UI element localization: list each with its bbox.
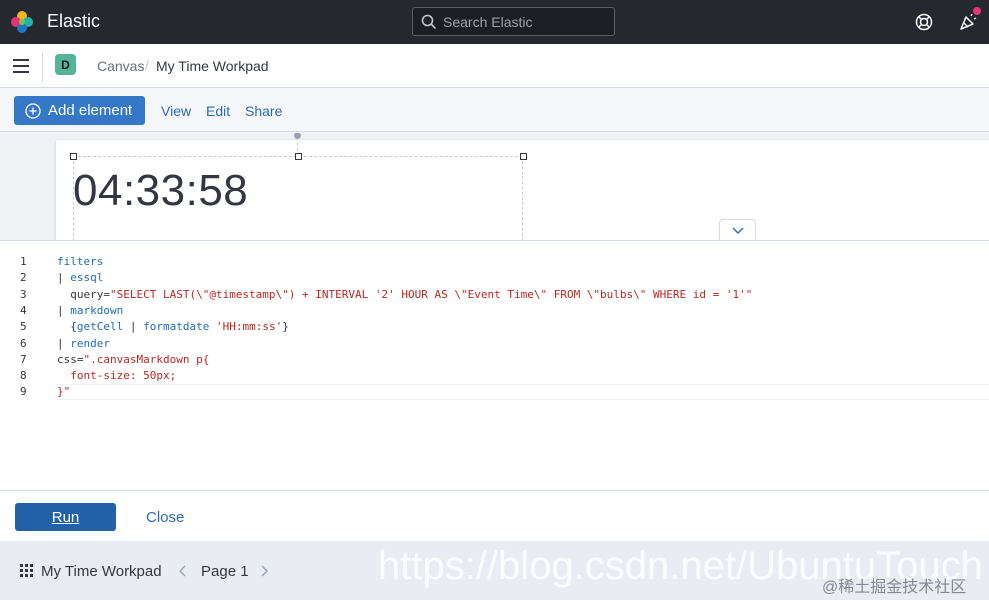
breadcrumb-canvas[interactable]: Canvas: [97, 58, 144, 74]
line-number: 9: [20, 385, 27, 399]
code-token: getCell: [76, 320, 124, 334]
code-text: | render: [57, 336, 110, 352]
breadcrumb-bar: D Canvas / My Time Workpad: [0, 44, 989, 88]
editor-actions: Run Close: [0, 490, 989, 541]
chevron-left-icon[interactable]: [178, 565, 186, 577]
workpad-footer: My Time Workpad Page 1 https://blog.csdn…: [0, 541, 989, 600]
code-token: "SELECT LAST(\"@timestamp\") + INTERVAL …: [109, 287, 753, 301]
code-token: query=: [57, 287, 110, 301]
resize-handle-top[interactable]: [295, 153, 302, 160]
chevron-down-icon: [732, 227, 743, 234]
chevron-right-icon[interactable]: [261, 565, 269, 577]
breadcrumb-separator: /: [145, 57, 149, 73]
code-token: 'HH:mm:ss': [215, 320, 283, 334]
code-token: formatdate: [143, 320, 210, 334]
resize-handle-top-right[interactable]: [520, 153, 527, 160]
code-line[interactable]: 5 {getCell | formatdate 'HH:mm:ss'}: [0, 319, 989, 335]
newsfeed-icon[interactable]: [958, 12, 978, 32]
code-text: | essql: [57, 270, 103, 286]
workpad-toolbar: Add element View Edit Share: [0, 88, 989, 132]
add-element-button[interactable]: Add element: [14, 96, 145, 125]
code-line[interactable]: 7 css=".canvasMarkdown p{: [0, 352, 989, 368]
code-token: |: [123, 320, 144, 334]
code-text: css=".canvasMarkdown p{: [57, 352, 209, 368]
code-token: filters: [57, 255, 104, 268]
code-line[interactable]: 2 | essql: [0, 270, 989, 286]
run-button[interactable]: Run: [15, 503, 116, 531]
code-text: filters: [57, 254, 103, 270]
add-element-label: Add element: [48, 102, 133, 119]
share-menu-button[interactable]: Share: [245, 103, 282, 119]
edit-menu-button[interactable]: Edit: [206, 103, 230, 119]
code-line[interactable]: 4 | markdown: [0, 303, 989, 319]
code-token: }: [282, 320, 289, 334]
code-token: render: [70, 336, 110, 350]
breadcrumb-current: My Time Workpad: [156, 58, 269, 74]
line-number: 5: [20, 320, 27, 334]
line-number: 6: [20, 336, 27, 350]
line-number: 3: [20, 287, 27, 301]
brand-title: Elastic: [47, 11, 101, 31]
code-token: essql: [70, 271, 104, 285]
code-token: css=: [57, 352, 84, 366]
top-header: Elastic Search Elastic: [0, 0, 989, 44]
code-token: |: [57, 336, 71, 350]
code-line[interactable]: 1 filters: [0, 254, 989, 270]
page-grid-icon[interactable]: [20, 564, 33, 577]
code-token: }": [57, 385, 71, 399]
hamburger-menu-icon[interactable]: [13, 59, 29, 73]
code-line[interactable]: 3 query="SELECT LAST(\"@timestamp\") + I…: [0, 287, 989, 303]
search-icon: [421, 14, 437, 29]
line-number: 8: [20, 369, 27, 383]
code-text: }": [57, 384, 70, 400]
workpad-name[interactable]: My Time Workpad: [41, 563, 162, 580]
rotation-handle[interactable]: [294, 133, 301, 139]
search-placeholder: Search Elastic: [443, 13, 533, 30]
resize-handle-top-left[interactable]: [70, 153, 77, 160]
help-icon[interactable]: [915, 13, 933, 31]
search-input[interactable]: Search Elastic: [412, 7, 615, 36]
collapse-editor-button[interactable]: [719, 219, 756, 240]
nav-divider: [42, 52, 43, 82]
code-token: markdown: [70, 303, 124, 317]
space-avatar[interactable]: D: [55, 54, 76, 75]
code-token: {: [57, 320, 77, 334]
code-line[interactable]: 6 | render: [0, 336, 989, 352]
code-token: font-size: 50px;: [57, 369, 177, 383]
view-menu-button[interactable]: View: [161, 103, 191, 119]
code-line[interactable]: 8 font-size: 50px;: [0, 368, 989, 384]
code-text: | markdown: [57, 303, 123, 319]
workpad-stage: 04:33:58: [0, 133, 989, 240]
notification-badge: [973, 7, 981, 15]
line-number: 1: [20, 255, 27, 268]
expression-editor[interactable]: 1 filters 2 | essql 3 query="SELECT LAST(\"@…: [0, 240, 989, 490]
code-token: ".canvasMarkdown p{: [83, 352, 210, 366]
code-token: |: [57, 303, 71, 317]
code-line[interactable]: 9 }": [0, 384, 989, 400]
line-number: 2: [20, 271, 27, 285]
code-text: font-size: 50px;: [57, 368, 176, 384]
elastic-logo-icon[interactable]: [10, 10, 34, 34]
watermark-cn: @稀土掘金技术社区: [822, 579, 967, 596]
close-button[interactable]: Close: [146, 509, 184, 526]
code-token: |: [57, 271, 71, 285]
line-number: 4: [20, 303, 27, 317]
markdown-clock-text: 04:33:58: [73, 166, 249, 215]
line-number: 7: [20, 352, 27, 366]
page-indicator: Page 1: [201, 563, 249, 580]
code-text: {getCell | formatdate 'HH:mm:ss'}: [57, 319, 289, 335]
code-text: query="SELECT LAST(\"@timestamp\") + INT…: [57, 287, 752, 303]
plus-circle-icon: [25, 102, 41, 119]
